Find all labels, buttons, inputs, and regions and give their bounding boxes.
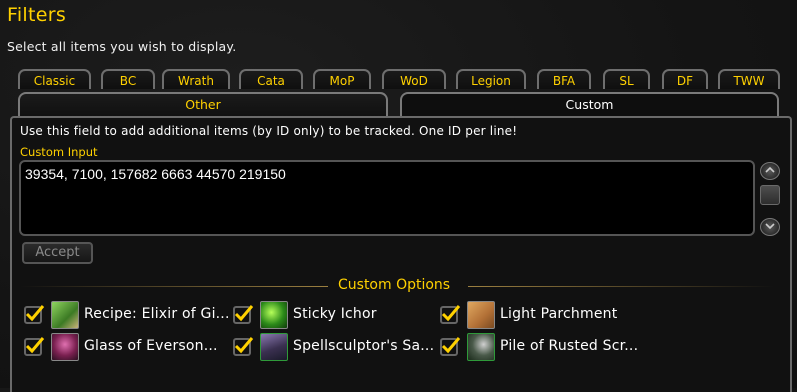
checkbox[interactable] bbox=[233, 305, 254, 324]
checkmark-icon bbox=[441, 337, 461, 354]
option-label: Spellsculptor's Sa... bbox=[293, 338, 435, 354]
custom-info-text: Use this field to add additional items (… bbox=[20, 124, 518, 138]
page-title: Filters bbox=[7, 4, 67, 26]
option-label: Sticky Ichor bbox=[293, 306, 377, 322]
checkbox[interactable] bbox=[440, 305, 461, 324]
recipe-scroll-icon bbox=[51, 301, 79, 329]
tab-legion[interactable]: Legion bbox=[456, 69, 526, 89]
custom-options-title: Custom Options bbox=[338, 277, 451, 293]
checkmark-icon bbox=[441, 305, 461, 322]
checkbox[interactable] bbox=[24, 305, 45, 324]
tab-bc[interactable]: BC bbox=[101, 69, 155, 89]
custom-input-label: Custom Input bbox=[20, 145, 98, 159]
section-divider-left bbox=[20, 286, 328, 287]
option-item[interactable]: Sticky Ichor bbox=[233, 301, 433, 333]
checkbox[interactable] bbox=[24, 337, 45, 356]
chevron-up-icon bbox=[765, 166, 775, 173]
section-divider-right bbox=[468, 286, 774, 287]
option-label: Light Parchment bbox=[500, 306, 618, 322]
accept-button[interactable]: Accept bbox=[22, 242, 93, 264]
chevron-down-icon bbox=[765, 223, 775, 230]
checkmark-icon bbox=[25, 305, 45, 322]
option-label: Glass of Everson... bbox=[84, 338, 218, 354]
checkbox[interactable] bbox=[440, 337, 461, 356]
tab-cata[interactable]: Cata bbox=[239, 69, 303, 89]
rusted-scrap-icon bbox=[467, 333, 495, 361]
purple-sand-icon bbox=[260, 333, 288, 361]
option-item[interactable]: Glass of Everson... bbox=[24, 333, 229, 365]
tab-df[interactable]: DF bbox=[662, 69, 708, 89]
tab-other[interactable]: Other bbox=[18, 92, 388, 117]
checkmark-icon bbox=[25, 337, 45, 354]
option-item[interactable]: Spellsculptor's Sa... bbox=[233, 333, 438, 365]
tab-wod[interactable]: WoD bbox=[382, 69, 446, 89]
option-label: Pile of Rusted Scr... bbox=[500, 338, 639, 354]
tab-bfa[interactable]: BFA bbox=[537, 69, 591, 89]
page-subtitle: Select all items you wish to display. bbox=[7, 39, 237, 54]
option-label: Recipe: Elixir of Gi... bbox=[84, 306, 230, 322]
option-item[interactable]: Recipe: Elixir of Gi... bbox=[24, 301, 229, 333]
tab-classic[interactable]: Classic bbox=[18, 69, 91, 89]
tab-mop[interactable]: MoP bbox=[313, 69, 371, 89]
input-scrollbar[interactable] bbox=[758, 160, 780, 238]
custom-input-field[interactable]: 39354, 7100, 157682 6663 44570 219150 bbox=[19, 160, 755, 236]
wine-glass-icon bbox=[51, 333, 79, 361]
scroll-down-button[interactable] bbox=[760, 218, 780, 236]
parchment-icon bbox=[467, 301, 495, 329]
tab-sl[interactable]: SL bbox=[603, 69, 650, 89]
green-ichor-icon bbox=[260, 301, 288, 329]
option-item[interactable]: Light Parchment bbox=[440, 301, 640, 333]
checkmark-icon bbox=[234, 305, 254, 322]
tab-custom[interactable]: Custom bbox=[400, 92, 779, 117]
scroll-up-button[interactable] bbox=[760, 162, 780, 180]
scroll-thumb[interactable] bbox=[760, 185, 780, 205]
option-item[interactable]: Pile of Rusted Scr... bbox=[440, 333, 645, 365]
tab-tww[interactable]: TWW bbox=[718, 69, 780, 89]
checkbox[interactable] bbox=[233, 337, 254, 356]
checkmark-icon bbox=[234, 337, 254, 354]
tab-wrath[interactable]: Wrath bbox=[162, 69, 230, 89]
